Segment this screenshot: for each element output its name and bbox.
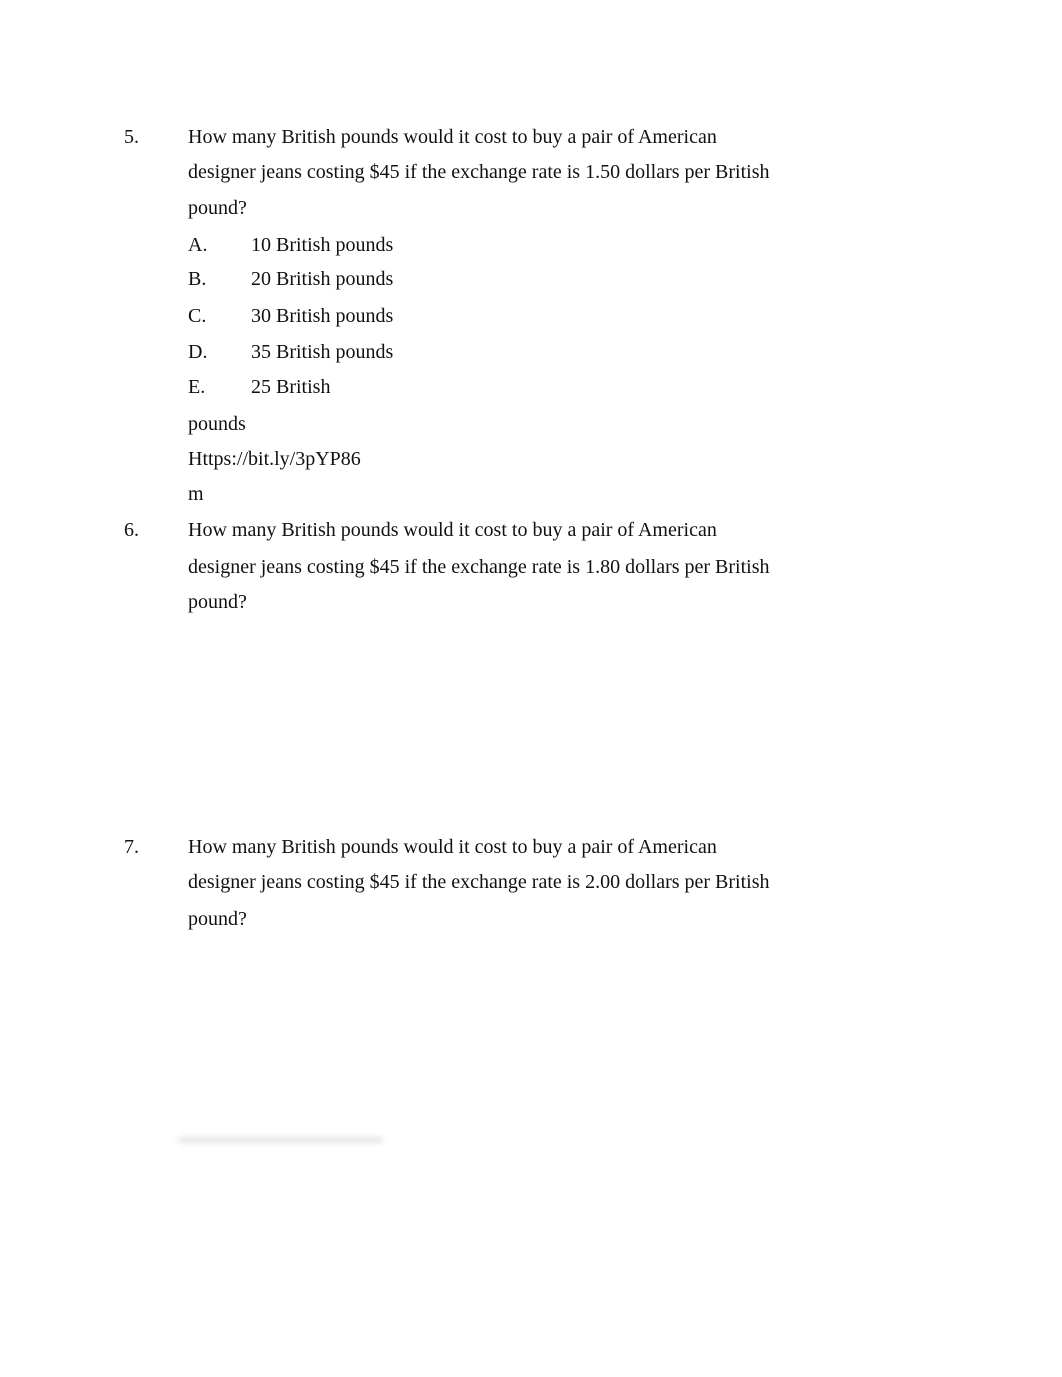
question-number: 5. xyxy=(124,126,139,148)
question-text-line: pound? xyxy=(188,197,247,219)
option-letter: C. xyxy=(188,305,207,327)
question-text-line: pound? xyxy=(188,591,247,613)
option-text: 35 British pounds xyxy=(251,341,394,363)
option-text: 30 British pounds xyxy=(251,305,394,327)
question-text-line: How many British pounds would it cost to… xyxy=(188,519,717,541)
question-number: 7. xyxy=(124,836,139,858)
link-text: Https://bit.ly/3pYP86 xyxy=(188,448,361,470)
decorative-shadow-line xyxy=(178,1137,383,1143)
option-letter: B. xyxy=(188,268,207,290)
question-text-line: How many British pounds would it cost to… xyxy=(188,836,717,858)
question-text-line: pound? xyxy=(188,908,247,930)
question-text-line: designer jeans costing $45 if the exchan… xyxy=(188,556,770,578)
question-text-line: designer jeans costing $45 if the exchan… xyxy=(188,871,770,893)
question-number: 6. xyxy=(124,519,139,541)
document-page: 5. How many British pounds would it cost… xyxy=(0,0,1062,1377)
option-letter: D. xyxy=(188,341,208,363)
option-text: 10 British pounds xyxy=(251,234,394,256)
option-letter: A. xyxy=(188,234,208,256)
question-text-line: How many British pounds would it cost to… xyxy=(188,126,717,148)
option-letter: E. xyxy=(188,376,206,398)
question-text-line: designer jeans costing $45 if the exchan… xyxy=(188,161,770,183)
link-text-continuation: m xyxy=(188,483,204,505)
option-text-continuation: pounds xyxy=(188,413,246,435)
option-text: 25 British xyxy=(251,376,331,398)
option-text: 20 British pounds xyxy=(251,268,394,290)
